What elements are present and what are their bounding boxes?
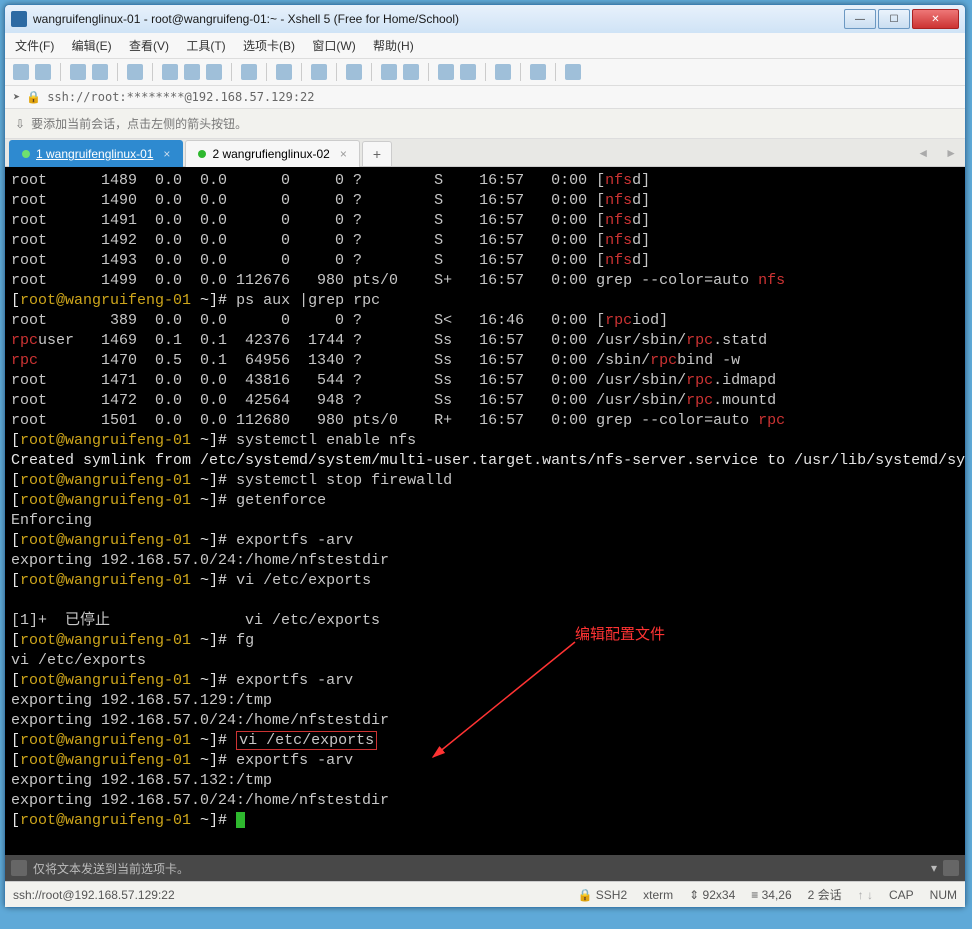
globe-icon[interactable] [311,64,327,80]
add-session-icon[interactable]: ➤ [13,90,20,104]
new-tab-button[interactable]: + [362,141,392,166]
status-cursor: ≡ 34,26 [751,888,791,902]
command-bar: 仅将文本发送到当前选项卡。 ▾ [5,855,965,881]
status-dot-icon [22,150,30,158]
minimize-button[interactable]: — [844,9,876,29]
commandbar-menu-icon[interactable] [943,860,959,876]
close-tab-icon[interactable]: × [163,147,170,161]
print-icon[interactable] [241,64,257,80]
hint-bar: ⇩ 要添加当前会话，点击左侧的箭头按钮。 [5,109,965,139]
status-num: NUM [930,888,957,902]
menu-tabs[interactable]: 选项卡(B) [243,39,295,53]
status-updown-icon: ↑ ↓ [858,888,873,902]
paste-icon[interactable] [184,64,200,80]
annotation-label: 编辑配置文件 [575,625,665,645]
status-connection: ssh://root@192.168.57.129:22 [13,888,175,902]
hint-text: 要添加当前会话，点击左侧的箭头按钮。 [31,115,247,132]
close-tab-icon[interactable]: × [340,147,347,161]
tile-icon[interactable] [530,64,546,80]
scheme-icon[interactable] [403,64,419,80]
close-button[interactable]: ✕ [912,9,959,29]
window-title: wangruifenglinux-01 - root@wangruifeng-0… [33,12,844,26]
command-input[interactable] [195,859,925,877]
status-dot-icon [198,150,206,158]
fullscreen-icon[interactable] [438,64,454,80]
tab-prev-icon[interactable]: ◄ [909,146,937,160]
send-icon[interactable] [11,860,27,876]
menubar: 文件(F) 编辑(E) 查看(V) 工具(T) 选项卡(B) 窗口(W) 帮助(… [5,33,965,59]
copy-icon[interactable] [162,64,178,80]
app-window: wangruifenglinux-01 - root@wangruifeng-0… [4,4,966,908]
statusbar: ssh://root@192.168.57.129:22 🔒 SSH2 xter… [5,881,965,907]
menu-window[interactable]: 窗口(W) [312,39,355,53]
command-bar-label: 仅将文本发送到当前选项卡。 [33,860,189,877]
find-icon[interactable] [206,64,222,80]
status-protocol: 🔒 SSH2 [578,888,628,902]
terminal[interactable]: root 1489 0.0 0.0 0 0 ? S 16:57 0:00 [nf… [5,167,965,855]
tabstrip: 1 wangruifenglinux-01 × 2 wangrufienglin… [5,139,965,167]
maximize-button[interactable]: ☐ [878,9,910,29]
menu-help[interactable]: 帮助(H) [373,39,414,53]
font-icon[interactable] [346,64,362,80]
toolbar [5,59,965,86]
open-icon[interactable] [35,64,51,80]
tab-label: 1 wangruifenglinux-01 [36,147,153,161]
lock-icon[interactable] [460,64,476,80]
status-size: ⇕ 92x34 [689,888,735,902]
transfer-icon[interactable] [276,64,292,80]
status-term: xterm [643,888,673,902]
help-icon[interactable] [565,64,581,80]
app-icon [11,11,27,27]
menu-file[interactable]: 文件(F) [15,39,54,53]
properties-icon[interactable] [127,64,143,80]
menu-edit[interactable]: 编辑(E) [72,39,112,53]
tab-label: 2 wangrufienglinux-02 [212,147,329,161]
color-icon[interactable] [381,64,397,80]
titlebar[interactable]: wangruifenglinux-01 - root@wangruifeng-0… [5,5,965,33]
keymap-icon[interactable] [495,64,511,80]
lock-icon: 🔒 [26,90,41,104]
hint-icon[interactable]: ⇩ [15,117,25,131]
status-cap: CAP [889,888,914,902]
menu-tools[interactable]: 工具(T) [186,39,225,53]
tab-next-icon[interactable]: ► [937,146,965,160]
reconnect-icon[interactable] [70,64,86,80]
tab-session-1[interactable]: 1 wangruifenglinux-01 × [9,140,183,167]
address-bar: ➤ 🔒 ssh://root:********@192.168.57.129:2… [5,86,965,109]
address-text[interactable]: ssh://root:********@192.168.57.129:22 [47,90,314,104]
new-session-icon[interactable] [13,64,29,80]
status-sessions: 2 会话 [808,886,842,903]
disconnect-icon[interactable] [92,64,108,80]
menu-view[interactable]: 查看(V) [129,39,169,53]
commandbar-dropdown-icon[interactable]: ▾ [931,861,937,875]
tab-session-2[interactable]: 2 wangrufienglinux-02 × [185,140,359,167]
